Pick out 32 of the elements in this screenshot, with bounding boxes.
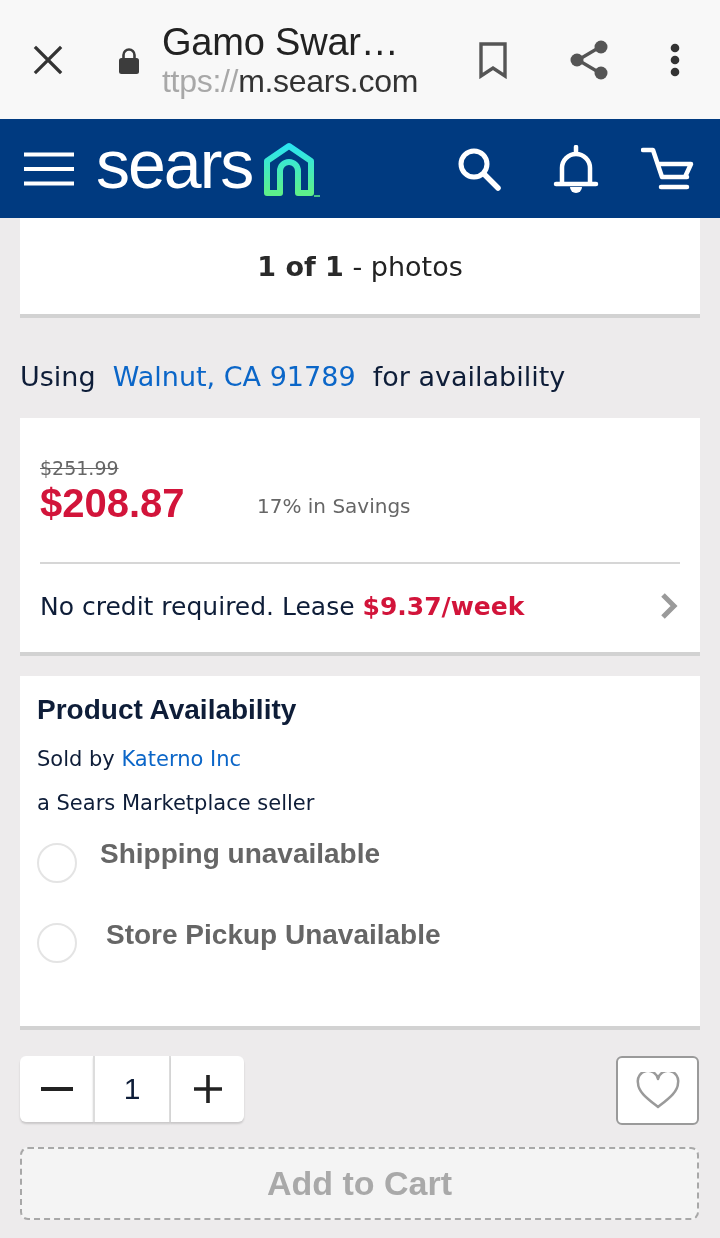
increase-quantity-button[interactable]: [171, 1056, 244, 1122]
sale-price: $208.87: [40, 480, 186, 526]
quantity-field[interactable]: 1: [93, 1056, 171, 1122]
cart-icon[interactable]: [641, 146, 695, 191]
location-link[interactable]: Walnut, CA 91789: [112, 361, 356, 392]
wishlist-button[interactable]: [616, 1056, 699, 1125]
url-text: ttps://m.sears.com: [162, 62, 419, 99]
logo-text: sears: [96, 129, 253, 198]
original-price: $251.99: [40, 456, 119, 481]
page-title: Gamo Swar…: [162, 20, 400, 63]
plus-icon: [193, 1075, 222, 1103]
share-icon[interactable]: [570, 39, 608, 80]
availability-location-text: Using Walnut, CA 91789 for availability: [20, 361, 566, 392]
seller-link[interactable]: Katerno Inc: [121, 747, 242, 771]
menu-icon[interactable]: [24, 151, 74, 186]
photo-counter: 1 of 1 - photos: [257, 250, 463, 282]
notification-bell-icon[interactable]: [552, 144, 600, 193]
fulfillment-option-label: Shipping unavailable: [100, 838, 381, 870]
savings-text: 17% in Savings: [257, 494, 411, 518]
seller-note: a Sears Marketplace seller: [37, 790, 315, 817]
chevron-right-icon: [660, 592, 678, 620]
bookmark-icon[interactable]: [478, 40, 508, 79]
sold-by-text: Sold by Katerno Inc: [37, 746, 242, 773]
lease-offer-row[interactable]: No credit required. Lease $9.37/week: [40, 564, 680, 648]
lock-icon: [119, 47, 139, 74]
search-icon[interactable]: [457, 146, 501, 191]
decrease-quantity-button[interactable]: [20, 1056, 93, 1122]
section-title: Product Availability: [37, 693, 297, 727]
minus-icon: [40, 1087, 73, 1091]
heart-icon: [635, 1071, 680, 1110]
fulfillment-option-label: Store Pickup Unavailable: [106, 919, 441, 951]
more-options-icon[interactable]: [670, 42, 680, 77]
